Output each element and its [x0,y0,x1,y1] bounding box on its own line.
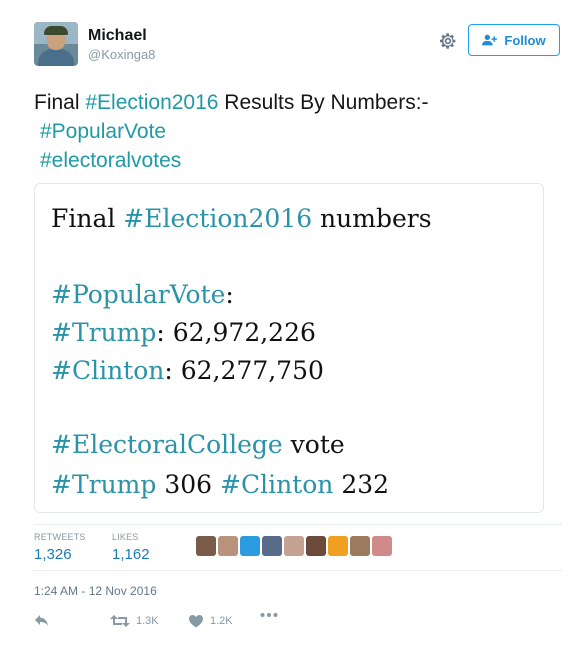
tweet-card: Michael @Koxinga8 Follow Final #Election… [0,0,584,656]
liker-avatar[interactable] [284,536,304,556]
hashtag-link[interactable]: #electoralvotes [40,149,181,172]
image-text-line: #Clinton: 62,277,750 [51,356,324,385]
liker-avatar[interactable] [306,536,326,556]
tweet-text: Final #Election2016 Results By Numbers:-… [34,88,554,175]
liker-avatar[interactable] [262,536,282,556]
add-user-icon [482,34,498,46]
retweets-count[interactable]: 1,326 [34,546,72,563]
retweet-button[interactable]: 1.3K [110,614,159,628]
hashtag-link[interactable]: #Election2016 [85,91,218,114]
image-text-line: #PopularVote: [51,280,234,309]
more-icon [260,613,278,617]
divider [34,524,562,525]
tweet-text-part: Results By Numbers:- [218,91,429,114]
image-text-line: #Trump: 62,972,226 [51,318,316,347]
avatar[interactable] [34,22,78,66]
liker-avatar[interactable] [350,536,370,556]
tweet-text-part: Final [34,91,86,114]
image-text-line: #ElectoralCollege vote [51,430,345,459]
liker-avatar[interactable] [196,536,216,556]
reply-icon [35,615,48,626]
follow-button[interactable]: Follow [468,24,560,56]
more-button[interactable] [260,612,278,618]
heart-icon [189,615,203,628]
user-handle[interactable]: @Koxinga8 [88,47,155,62]
retweets-label: RETWEETS [34,532,86,542]
liker-avatar[interactable] [372,536,392,556]
reply-button[interactable] [34,614,50,628]
timestamp[interactable]: 1:24 AM - 12 Nov 2016 [34,584,157,598]
gear-icon[interactable] [437,30,459,52]
hashtag-link[interactable]: #PopularVote [40,120,166,143]
tweet-image[interactable]: Final #Election2016 numbers #PopularVote… [34,183,544,513]
like-button[interactable]: 1.2K [188,614,233,628]
user-name[interactable]: Michael [88,27,147,45]
liker-avatar[interactable] [218,536,238,556]
divider [34,570,562,571]
like-count: 1.2K [210,615,233,627]
image-text-line: #Trump 306 #Clinton 232 [51,470,390,499]
liker-avatar[interactable] [240,536,260,556]
likes-count[interactable]: 1,162 [112,546,150,563]
retweet-count: 1.3K [136,615,159,627]
follow-label: Follow [504,32,546,48]
liker-avatars [196,536,392,558]
liker-avatar[interactable] [328,536,348,556]
retweet-icon [110,615,130,627]
image-text-line: Final #Election2016 numbers [51,204,432,233]
likes-label: LIKES [112,532,139,542]
